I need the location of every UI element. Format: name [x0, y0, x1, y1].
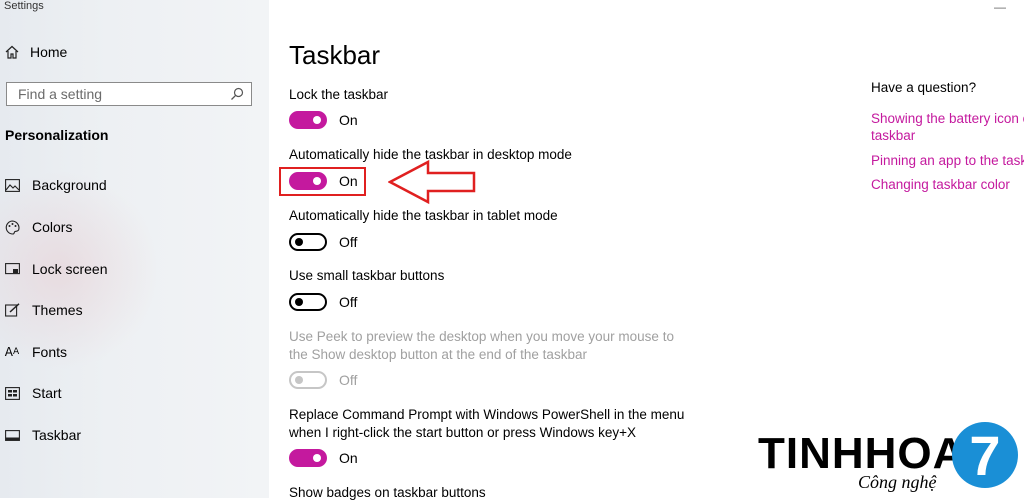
- help-link-pinning[interactable]: Pinning an app to the taskb: [871, 152, 1024, 169]
- setting-label: Automatically hide the taskbar in tablet…: [289, 208, 558, 223]
- search-box[interactable]: [6, 82, 252, 106]
- sidebar-item-lock-screen[interactable]: Lock screen: [4, 261, 107, 277]
- pointer-arrow-icon: [388, 159, 476, 205]
- toggle-state: On: [339, 450, 358, 466]
- autohide-tablet-setting: Off: [289, 233, 357, 251]
- toggle-state: Off: [339, 372, 358, 388]
- minimize-button[interactable]: —: [994, 0, 1006, 14]
- toggle-state: Off: [339, 294, 358, 310]
- help-title: Have a question?: [871, 80, 977, 95]
- sidebar-item-label: Themes: [32, 302, 83, 318]
- sidebar-item-background[interactable]: Background: [4, 177, 107, 193]
- search-icon[interactable]: [229, 86, 245, 102]
- setting-label: when I right-click the start button or p…: [289, 425, 637, 440]
- toggle-state: Off: [339, 234, 358, 250]
- setting-label: Lock the taskbar: [289, 87, 389, 102]
- help-link-text: Showing the battery icon o: [871, 111, 1024, 126]
- logo-tagline: Công nghệ: [858, 472, 937, 492]
- logo-brand: TINHHOA: [758, 429, 966, 478]
- help-link-text: taskbar: [871, 128, 916, 143]
- lock-taskbar-toggle[interactable]: [289, 111, 327, 129]
- home-label: Home: [30, 44, 68, 60]
- picture-icon: [4, 177, 20, 193]
- font-icon: AA: [4, 345, 20, 359]
- sidebar-item-start[interactable]: Start: [4, 385, 62, 401]
- sidebar-item-label: Colors: [32, 219, 73, 235]
- autohide-tablet-toggle[interactable]: [289, 233, 327, 251]
- home-nav[interactable]: Home: [4, 44, 67, 60]
- setting-label: Replace Command Prompt with Windows Powe…: [289, 407, 685, 422]
- setting-label: Use Peek to preview the desktop when you…: [289, 329, 674, 344]
- sidebar-item-label: Start: [32, 385, 62, 401]
- help-link-color[interactable]: Changing taskbar color: [871, 176, 1010, 193]
- logo-circle-icon: 7: [952, 422, 1018, 488]
- lock-screen-icon: [4, 261, 20, 277]
- home-icon: [4, 44, 20, 60]
- sidebar-item-label: Lock screen: [32, 261, 108, 277]
- section-title: Personalization: [5, 127, 109, 143]
- sidebar: Settings Home Personalization Background…: [0, 0, 269, 498]
- sidebar-item-taskbar[interactable]: Taskbar: [4, 427, 81, 443]
- window-title: Settings: [4, 0, 44, 12]
- taskbar-icon: [4, 427, 20, 443]
- page-title: Taskbar: [289, 40, 381, 70]
- sidebar-item-fonts[interactable]: AA Fonts: [4, 344, 67, 360]
- search-input[interactable]: [16, 85, 229, 103]
- peek-setting: Off: [289, 371, 357, 389]
- highlight-box: [279, 167, 366, 196]
- sidebar-item-label: Taskbar: [32, 427, 82, 443]
- palette-icon: [4, 219, 20, 235]
- powershell-setting: On: [289, 449, 358, 467]
- sidebar-item-themes[interactable]: Themes: [4, 302, 83, 318]
- powershell-toggle[interactable]: [289, 449, 327, 467]
- peek-toggle: [289, 371, 327, 389]
- watermark-logo: TINHHOA 7 Công nghệ: [758, 418, 1024, 498]
- sidebar-item-colors[interactable]: Colors: [4, 219, 72, 235]
- lock-taskbar-setting: On: [289, 111, 358, 129]
- setting-label: the Show desktop button at the end of th…: [289, 347, 587, 362]
- setting-label: Show badges on taskbar buttons: [289, 485, 486, 500]
- small-buttons-setting: Off: [289, 293, 357, 311]
- sidebar-item-label: Background: [32, 177, 107, 193]
- brush-icon: [4, 302, 20, 318]
- sidebar-item-label: Fonts: [32, 344, 68, 360]
- small-buttons-toggle[interactable]: [289, 293, 327, 311]
- toggle-state: On: [339, 112, 358, 128]
- setting-label: Use small taskbar buttons: [289, 268, 445, 283]
- logo-digit: 7: [969, 424, 1000, 487]
- start-icon: [4, 385, 20, 401]
- help-link-battery[interactable]: Showing the battery icon o taskbar: [871, 110, 1024, 144]
